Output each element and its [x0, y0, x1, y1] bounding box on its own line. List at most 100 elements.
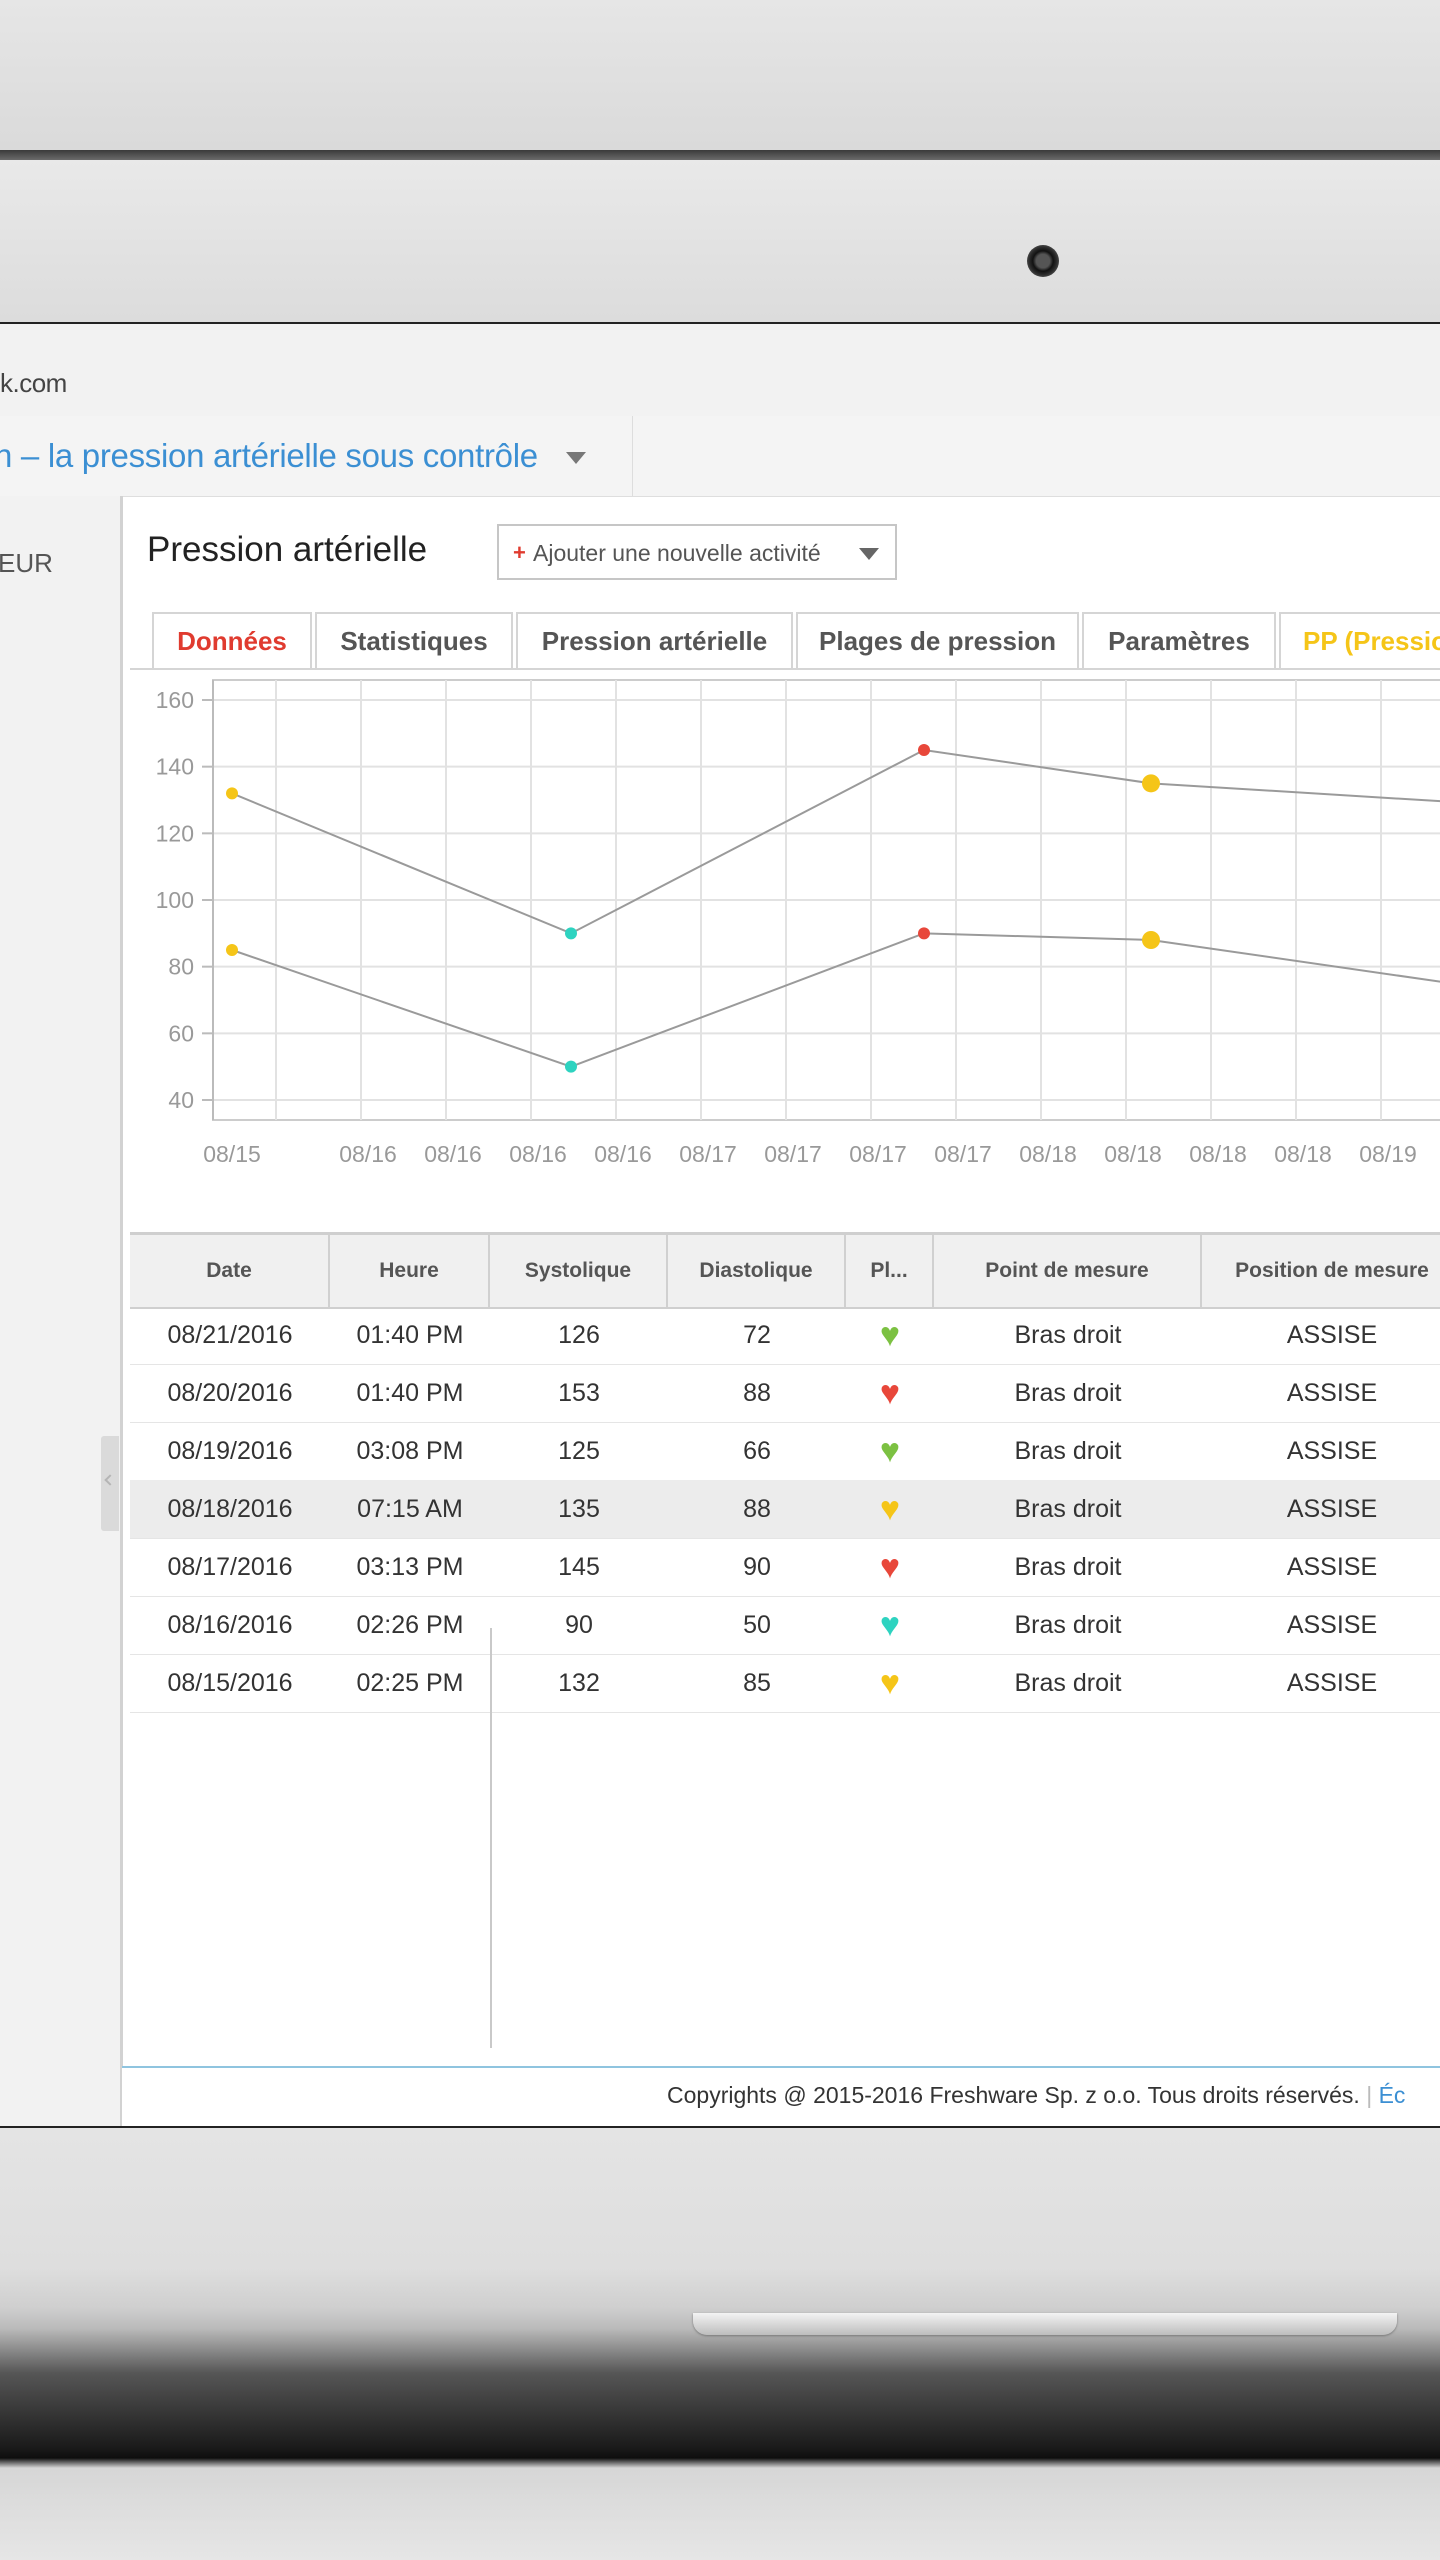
cell-systolic: 135	[558, 1494, 600, 1523]
green-heart-icon: ♥	[879, 1316, 901, 1354]
column-header-heure[interactable]: Heure	[330, 1235, 490, 1307]
x-tick-label: 08/17	[764, 1141, 822, 1167]
table-row[interactable]: 08/21/2016 01:40 PM 126 72 ♥ Bras droit …	[130, 1306, 1440, 1365]
x-tick-label: 08/16	[509, 1141, 567, 1167]
table-row[interactable]: 08/20/2016 01:40 PM 153 88 ♥ Bras droit …	[130, 1364, 1440, 1423]
cell-date: 08/19/2016	[167, 1436, 293, 1465]
footer: Copyrights @ 2015-2016 Freshware Sp. z o…	[122, 2066, 1440, 2126]
tab-bar: Données Statistiques Pression artérielle…	[130, 612, 1440, 670]
column-header-point-de-mesure[interactable]: Point de mesure	[934, 1235, 1202, 1307]
tab-statistiques[interactable]: Statistiques	[315, 612, 513, 668]
cell-range: ♥	[846, 1480, 934, 1538]
x-tick-label: 08/17	[679, 1141, 737, 1167]
cell-diastolic: 88	[743, 1494, 771, 1523]
table-row[interactable]: 08/17/2016 03:13 PM 145 90 ♥ Bras droit …	[130, 1538, 1440, 1597]
cell-diastolic: 90	[743, 1552, 771, 1581]
x-tick-label: 08/19	[1359, 1141, 1417, 1167]
table-row-highlighted[interactable]: 08/18/2016 07:15 AM 135 88 ♥ Bras droit …	[130, 1480, 1440, 1539]
tab-pp[interactable]: PP (Pressio	[1279, 612, 1440, 668]
cell-systolic: 145	[558, 1552, 600, 1581]
cell-position: ASSISE	[1286, 1320, 1378, 1349]
app-title[interactable]: n – la pression artérielle sous contrôle	[0, 437, 538, 475]
sidebar-collapse-handle[interactable]	[101, 1436, 119, 1531]
column-header-diastolique[interactable]: Diastolique	[668, 1235, 846, 1307]
x-tick-label: 08/18	[1189, 1141, 1247, 1167]
cell-position: ASSISE	[1286, 1378, 1378, 1407]
table-row[interactable]: 08/16/2016 02:26 PM 90 50 ♥ Bras droit A…	[130, 1596, 1440, 1655]
cell-point: Bras droit	[1014, 1552, 1122, 1581]
cell-systolic: 125	[558, 1436, 600, 1465]
add-activity-button[interactable]: + Ajouter une nouvelle activité	[497, 524, 897, 580]
x-tick-label: 08/15	[203, 1141, 261, 1167]
cell-date: 08/16/2016	[167, 1610, 293, 1639]
x-tick-label: 08/18	[1019, 1141, 1077, 1167]
red-heart-icon: ♥	[879, 1548, 901, 1586]
footer-link[interactable]: Éc	[1379, 2082, 1406, 2108]
cell-point: Bras droit	[1014, 1436, 1122, 1465]
background	[0, 0, 1440, 150]
tab-plages-de-pression[interactable]: Plages de pression	[796, 612, 1079, 668]
chevron-down-icon	[859, 548, 879, 560]
tab-label: Plages de pression	[819, 625, 1056, 656]
tab-donnees[interactable]: Données	[152, 612, 312, 668]
cell-range: ♥	[846, 1422, 934, 1480]
data-point	[918, 744, 930, 756]
copyright-text: Copyrights @ 2015-2016 Freshware Sp. z o…	[667, 2082, 1360, 2108]
column-header-plage[interactable]: Pl...	[846, 1235, 934, 1307]
cell-diastolic: 72	[743, 1320, 771, 1349]
cell-systolic: 90	[565, 1610, 593, 1639]
cell-date: 08/17/2016	[167, 1552, 293, 1581]
cell-time: 07:15 AM	[357, 1494, 463, 1523]
tab-parametres[interactable]: Paramètres	[1082, 612, 1276, 668]
cell-range: ♥	[846, 1364, 934, 1422]
tab-pression-arterielle[interactable]: Pression artérielle	[516, 612, 793, 668]
cell-position: ASSISE	[1286, 1552, 1378, 1581]
cell-time: 03:13 PM	[356, 1552, 464, 1581]
x-tick-label: 08/18	[1104, 1141, 1162, 1167]
y-tick-label: 80	[168, 954, 194, 980]
footer-text: Copyrights @ 2015-2016 Freshware Sp. z o…	[667, 2082, 1405, 2109]
laptop-lid-edge	[0, 150, 1440, 160]
green-heart-icon: ♥	[879, 1432, 901, 1470]
sidebar-item[interactable]: EUR	[0, 548, 53, 579]
cell-range: ♥	[846, 1596, 934, 1654]
table-row[interactable]: 08/15/2016 02:25 PM 132 85 ♥ Bras droit …	[130, 1654, 1440, 1713]
laptop-screen: k.com n – la pression artérielle sous co…	[0, 324, 1440, 2128]
red-heart-icon: ♥	[879, 1374, 901, 1412]
table-row[interactable]: 08/19/2016 03:08 PM 125 66 ♥ Bras droit …	[130, 1422, 1440, 1481]
plus-icon: +	[513, 540, 526, 565]
app-header: n – la pression artérielle sous contrôle	[0, 416, 1440, 497]
yellow-heart-icon: ♥	[879, 1490, 901, 1528]
tab-label: Données	[177, 625, 287, 656]
tab-label: Pression artérielle	[541, 625, 768, 656]
y-tick-label: 160	[156, 687, 194, 713]
url-text: k.com	[0, 368, 67, 398]
x-tick-label: 08/16	[339, 1141, 397, 1167]
cell-point: Bras droit	[1014, 1610, 1122, 1639]
cell-diastolic: 85	[743, 1668, 771, 1697]
column-header-position-de-mesure[interactable]: Position de mesure	[1202, 1235, 1440, 1307]
column-header-systolique[interactable]: Systolique	[490, 1235, 668, 1307]
data-point	[226, 944, 238, 956]
browser-url-bar[interactable]: k.com	[0, 324, 1440, 416]
x-tick-label: 08/16	[424, 1141, 482, 1167]
data-point	[226, 787, 238, 800]
cell-systolic: 126	[558, 1320, 600, 1349]
cell-time: 01:40 PM	[356, 1378, 464, 1407]
cell-systolic: 132	[558, 1668, 600, 1697]
cell-date: 08/15/2016	[167, 1668, 293, 1697]
cell-time: 01:40 PM	[356, 1320, 464, 1349]
cell-date: 08/21/2016	[167, 1320, 293, 1349]
chevron-down-icon[interactable]	[566, 452, 586, 464]
column-header-date[interactable]: Date	[130, 1235, 330, 1307]
tab-label: Statistiques	[340, 625, 488, 656]
data-point	[918, 927, 930, 940]
sidebar: EUR	[0, 496, 123, 2126]
y-tick-label: 40	[168, 1087, 194, 1113]
laptop-base	[0, 2128, 1440, 2560]
data-point	[1142, 774, 1160, 793]
cell-position: ASSISE	[1286, 1494, 1378, 1523]
cell-time: 02:25 PM	[356, 1668, 464, 1697]
cell-time: 02:26 PM	[356, 1610, 464, 1639]
cell-point: Bras droit	[1014, 1494, 1122, 1523]
